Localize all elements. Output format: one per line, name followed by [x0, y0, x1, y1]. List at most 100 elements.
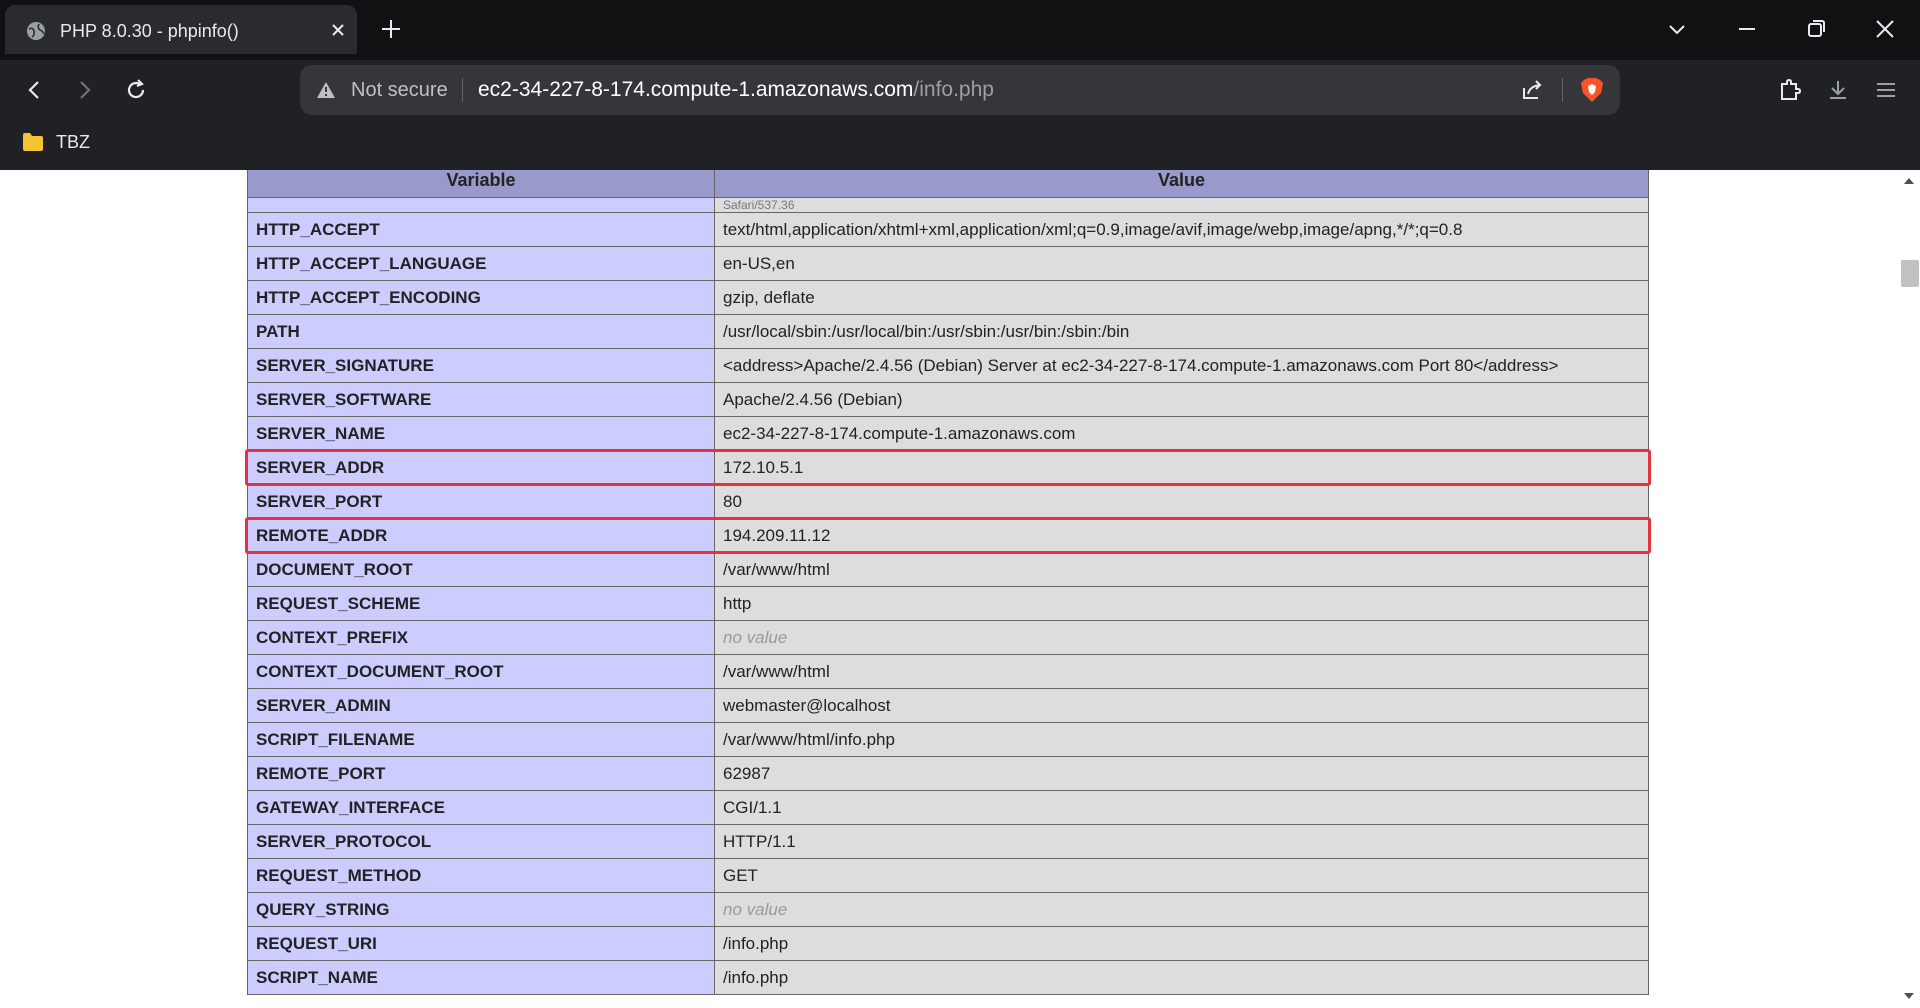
- tab-phpinfo[interactable]: PHP 8.0.30 - phpinfo(): [5, 5, 357, 54]
- scroll-thumb[interactable]: [1901, 260, 1919, 287]
- globe-icon: [27, 22, 45, 40]
- no-value-text: no value: [723, 627, 788, 647]
- table-row: REMOTE_ADDR 194.209.11.12: [247, 518, 1649, 553]
- download-icon[interactable]: [1826, 78, 1850, 102]
- row-value: /info.php: [714, 926, 1649, 961]
- row-value: <address>Apache/2.4.56 (Debian) Server a…: [714, 348, 1649, 383]
- reload-icon[interactable]: [124, 78, 148, 102]
- table-row: SERVER_ADMIN webmaster@localhost: [247, 688, 1649, 723]
- close-icon[interactable]: [328, 20, 348, 40]
- row-value: /info.php: [714, 960, 1649, 995]
- extensions-icon[interactable]: [1778, 78, 1802, 102]
- row-value: no value: [714, 892, 1649, 927]
- row-name: SERVER_ADMIN: [247, 688, 715, 723]
- address-divider-2: [1562, 78, 1563, 102]
- row-value: Apache/2.4.56 (Debian): [714, 382, 1649, 417]
- row-value: /var/www/html: [714, 552, 1649, 587]
- row-name: SERVER_PORT: [247, 484, 715, 519]
- table-row: HTTP_ACCEPT text/html,application/xhtml+x…: [247, 212, 1649, 247]
- row-value: /usr/local/sbin:/usr/local/bin:/usr/sbin…: [714, 314, 1649, 349]
- row-name: REQUEST_SCHEME: [247, 586, 715, 621]
- row-value: webmaster@localhost: [714, 688, 1649, 723]
- share-icon[interactable]: [1520, 78, 1544, 102]
- browser-chrome: PHP 8.0.30 - phpinfo() Not secure ec2-34…: [0, 0, 1920, 170]
- table-row: DOCUMENT_ROOT/var/www/html: [247, 552, 1649, 587]
- row-value: 62987: [714, 756, 1649, 791]
- row-value: no value: [714, 620, 1649, 655]
- url-path: /info.php: [913, 78, 994, 101]
- row-value: ec2-34-227-8-174.compute-1.amazonaws.com: [714, 416, 1649, 451]
- row-name: [247, 197, 715, 213]
- row-value: text/html,application/xhtml+xml,applicat…: [714, 212, 1649, 247]
- row-value: gzip, deflate: [714, 280, 1649, 315]
- no-value-text: no value: [723, 899, 788, 919]
- environment-table: Variable Value Safari/537.36 HTTP_ACCEPT…: [247, 170, 1649, 995]
- row-name: QUERY_STRING: [247, 892, 715, 927]
- table-row: GATEWAY_INTERFACE CGI/1.1: [247, 790, 1649, 825]
- page-viewport: Variable Value Safari/537.36 HTTP_ACCEPT…: [0, 170, 1920, 1008]
- minimize-icon[interactable]: [1736, 18, 1758, 40]
- tab-strip: PHP 8.0.30 - phpinfo(): [0, 0, 1920, 60]
- row-name: SCRIPT_NAME: [247, 960, 715, 995]
- address-bar[interactable]: Not secure ec2-34-227-8-174.compute-1.am…: [300, 65, 1620, 115]
- folder-icon[interactable]: [22, 132, 44, 152]
- chevron-down-icon[interactable]: [1666, 18, 1688, 40]
- row-value: Safari/537.36: [714, 197, 1649, 213]
- table-row: SERVER_PORT 80: [247, 484, 1649, 519]
- table-row: SERVER_NAME ec2-34-227-8-174.compute-1.am…: [247, 416, 1649, 451]
- row-value: http: [714, 586, 1649, 621]
- warning-icon[interactable]: [316, 80, 336, 100]
- table-body: Safari/537.36 HTTP_ACCEPT text/html,appli…: [247, 197, 1649, 995]
- header-value: Value: [714, 170, 1649, 198]
- table-row: CONTEXT_PREFIX no value: [247, 620, 1649, 655]
- toolbar: Not secure ec2-34-227-8-174.compute-1.am…: [0, 60, 1920, 120]
- bookmark-tbz[interactable]: TBZ: [56, 132, 90, 153]
- row-value: 194.209.11.12: [714, 518, 1649, 553]
- security-label[interactable]: Not secure: [351, 79, 448, 102]
- restore-icon[interactable]: [1805, 18, 1827, 40]
- row-name: CONTEXT_DOCUMENT_ROOT: [247, 654, 715, 689]
- back-icon[interactable]: [23, 78, 47, 102]
- scroll-up-arrow[interactable]: [1904, 178, 1914, 184]
- row-name: REMOTE_ADDR: [247, 518, 715, 553]
- table-row: SERVER_PROTOCOL HTTP/1.1: [247, 824, 1649, 859]
- url-host: ec2-34-227-8-174.compute-1.amazonaws.com: [478, 78, 914, 101]
- row-name: HTTP_ACCEPT: [247, 212, 715, 247]
- table-header-row: Variable Value: [247, 170, 1649, 198]
- row-name: SERVER_NAME: [247, 416, 715, 451]
- plus-icon[interactable]: [380, 18, 402, 40]
- row-name: REMOTE_PORT: [247, 756, 715, 791]
- brave-shield-icon[interactable]: [1580, 77, 1604, 103]
- vertical-scrollbar[interactable]: [1897, 170, 1920, 1008]
- table-row: SERVER_SIGNATURE <address>Apache/2.4.56 (…: [247, 348, 1649, 383]
- row-name: SERVER_SOFTWARE: [247, 382, 715, 417]
- table-row: SERVER_ADDR 172.10.5.1: [247, 450, 1649, 485]
- row-name: GATEWAY_INTERFACE: [247, 790, 715, 825]
- table-row: REQUEST_SCHEME http: [247, 586, 1649, 621]
- row-value: en-US,en: [714, 246, 1649, 281]
- table-row: REQUEST_METHOD GET: [247, 858, 1649, 893]
- row-value: /var/www/html/info.php: [714, 722, 1649, 757]
- table-row: CONTEXT_DOCUMENT_ROOT/var/www/html: [247, 654, 1649, 689]
- row-name: HTTP_ACCEPT_LANGUAGE: [247, 246, 715, 281]
- row-value: /var/www/html: [714, 654, 1649, 689]
- row-value: 80: [714, 484, 1649, 519]
- table-row: PATH/usr/local/sbin:/usr/local/bin:/usr/…: [247, 314, 1649, 349]
- address-divider: [462, 78, 463, 102]
- url-text[interactable]: ec2-34-227-8-174.compute-1.amazonaws.com…: [478, 78, 994, 102]
- header-variable: Variable: [247, 170, 715, 198]
- row-value: 172.10.5.1: [714, 450, 1649, 485]
- row-name: SERVER_ADDR: [247, 450, 715, 485]
- bookmarks-bar: TBZ: [0, 120, 1920, 170]
- table-row-partial: Safari/537.36: [247, 197, 1649, 213]
- window-close-icon[interactable]: [1874, 18, 1896, 40]
- row-name: SCRIPT_FILENAME: [247, 722, 715, 757]
- row-name: REQUEST_METHOD: [247, 858, 715, 893]
- forward-icon[interactable]: [72, 78, 96, 102]
- row-name: CONTEXT_PREFIX: [247, 620, 715, 655]
- row-name: DOCUMENT_ROOT: [247, 552, 715, 587]
- scroll-down-arrow[interactable]: [1904, 993, 1914, 999]
- table-row: SCRIPT_FILENAME/var/www/html/info.php: [247, 722, 1649, 757]
- menu-icon[interactable]: [1874, 78, 1898, 102]
- table-row: SERVER_SOFTWARE Apache/2.4.56 (Debian): [247, 382, 1649, 417]
